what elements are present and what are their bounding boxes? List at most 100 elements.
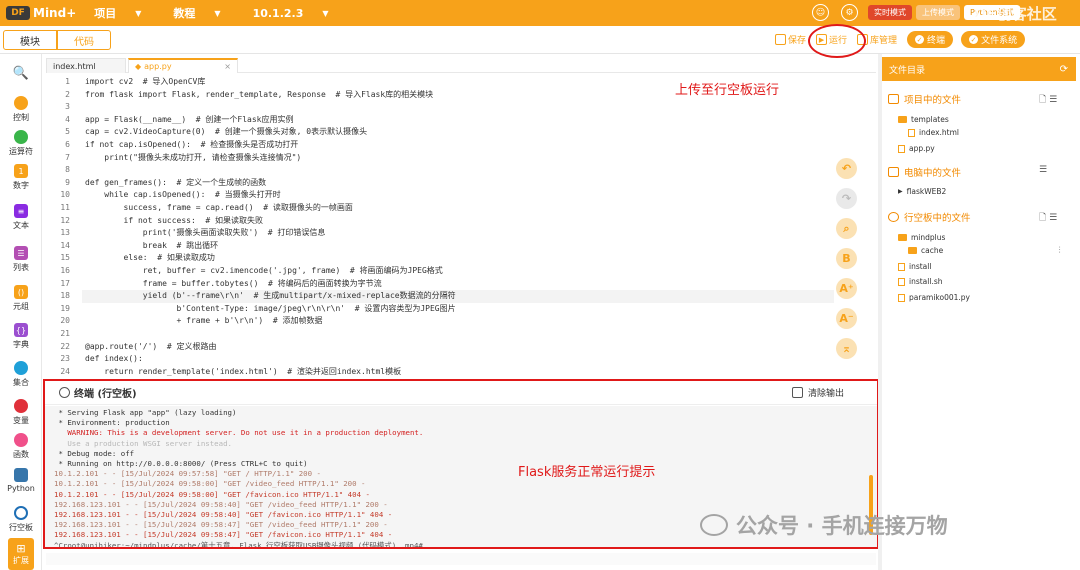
mode-realtime[interactable]: 实时模式: [868, 5, 912, 20]
section-project-files[interactable]: 项目中的文件: [888, 92, 961, 106]
line-number: 10: [60, 190, 70, 200]
code-line[interactable]: 5 cap = cv2.VideoCapture(0) # 创建一个摄像头对象, …: [46, 126, 836, 139]
code-line[interactable]: 6 if not cap.isOpened(): # 检查摄像头是否成功打开: [46, 139, 836, 152]
code-line[interactable]: 18 yield (b'--frame\r\n' # 生成multipart/x…: [46, 290, 836, 303]
line-code: + frame + b'\r\n') # 添加帧数据: [85, 316, 323, 326]
chevron-down-icon: ▼: [322, 8, 329, 18]
project-file-actions[interactable]: 🗋 ☰: [1039, 92, 1057, 108]
collapse-icon[interactable]: ⌅: [836, 338, 857, 359]
wechat-watermark: 公众号 · 手机连接万物: [700, 510, 948, 540]
line-number: 11: [60, 203, 70, 212]
code-line[interactable]: 16 ret, buffer = cv2.imencode('.jpg', fr…: [46, 265, 836, 278]
search-icon[interactable]: ⌕: [836, 218, 857, 239]
file-cache[interactable]: cache: [908, 246, 943, 255]
line-code: print("摄像头未成功打开, 请检查摄像头连接情况"): [85, 152, 302, 162]
sidebar-label: 函数: [13, 450, 29, 459]
code-line[interactable]: 15 else: # 如果读取成功: [46, 252, 836, 265]
community-icon[interactable]: ☺: [812, 4, 829, 21]
sidebar-item-unihiker[interactable]: 行空板: [0, 506, 42, 533]
code-line[interactable]: 4 app = Flask(__name__) # 创建一个Flask应用实例: [46, 114, 836, 127]
bold-icon[interactable]: B: [836, 248, 857, 269]
line-code: if not cap.isOpened(): # 检查摄像头是否成功打开: [85, 140, 299, 149]
sidebar-label: Python: [7, 484, 35, 493]
line-code: return render_template('index.html') # 渲…: [85, 366, 402, 376]
menu-project[interactable]: 项目 ▼: [94, 5, 157, 21]
more-icon[interactable]: ⋮: [1056, 245, 1064, 254]
font-decrease-icon[interactable]: A⁻: [836, 308, 857, 329]
code-line[interactable]: 23 def index():: [46, 353, 836, 366]
code-editor[interactable]: 1 import cv2 # 导入OpenCV库 2 from flask impor…: [46, 74, 876, 376]
sidebar-item-set[interactable]: 集合: [0, 361, 42, 388]
code-line[interactable]: 7 print("摄像头未成功打开, 请检查摄像头连接情况"): [46, 152, 836, 165]
settings-icon[interactable]: ⚙: [841, 4, 858, 21]
menu-connection[interactable]: 10.1.2.3 ▼: [253, 7, 345, 20]
close-icon[interactable]: ×: [224, 62, 231, 71]
font-increase-icon[interactable]: A⁺: [836, 278, 857, 299]
file-app-py[interactable]: app.py: [898, 144, 935, 153]
file-mindplus[interactable]: mindplus: [898, 233, 945, 242]
sidebar-item-text[interactable]: ≡ 文本: [0, 204, 42, 231]
tab-index-html[interactable]: index.html: [46, 58, 126, 73]
code-line[interactable]: 10 while cap.isOpened(): # 当摄像头打开时: [46, 189, 836, 202]
pc-file-actions[interactable]: ☰: [1039, 165, 1047, 175]
check-icon: ✓: [915, 35, 925, 44]
tab-app-py[interactable]: ◆ app.py ×: [128, 58, 238, 73]
line-number: 2: [65, 89, 70, 99]
code-line[interactable]: 22 @app.route('/') # 定义根路由: [46, 341, 836, 354]
file-templates[interactable]: templates: [898, 115, 949, 124]
line-code: app = Flask(__name__) # 创建一个Flask应用实例: [85, 114, 294, 124]
sidebar-item-dict[interactable]: {} 字典: [0, 323, 42, 350]
mode-upload[interactable]: 上传模式: [916, 5, 960, 20]
board-file-actions[interactable]: 🗋 ☰: [1039, 210, 1057, 226]
code-line[interactable]: 11 success, frame = cap.read() # 读取摄像头的一…: [46, 202, 836, 215]
code-line[interactable]: 9 def gen_frames(): # 定义一个生成帧的函数: [46, 177, 836, 190]
file-index-html[interactable]: index.html: [908, 128, 959, 137]
code-line[interactable]: 19 b'Content-Type: image/jpeg\r\n\r\n' #…: [46, 303, 836, 316]
code-line[interactable]: 12 if not success: # 如果读取失败: [46, 215, 836, 228]
code-line[interactable]: 24 return render_template('index.html') …: [46, 366, 836, 379]
file-flaskweb2[interactable]: ▶ flaskWEB2: [898, 187, 946, 196]
file-install-sh[interactable]: install.sh: [898, 277, 943, 286]
code-line[interactable]: 3: [46, 101, 836, 114]
file-system-button[interactable]: ✓ 文件系统: [961, 31, 1026, 48]
redo-icon[interactable]: ↷: [836, 188, 857, 209]
file-paramiko[interactable]: paramiko001.py: [898, 293, 970, 302]
section-board-files[interactable]: 行空板中的文件: [888, 210, 971, 224]
save-button[interactable]: 保存: [775, 33, 806, 46]
terminal-button[interactable]: ✓ 终端: [907, 31, 954, 48]
section-pc-files[interactable]: 电脑中的文件: [888, 165, 961, 179]
code-line[interactable]: 17 frame = buffer.tobytes() # 将编码后的画面转换为…: [46, 278, 836, 291]
sidebar-item-variable[interactable]: 变量: [0, 399, 42, 426]
file-label: templates: [911, 115, 949, 124]
tab-code[interactable]: 代码: [57, 30, 111, 50]
sidebar-label: 运算符: [9, 147, 33, 156]
annotation-flask: Flask服务正常运行提示: [518, 465, 656, 480]
code-line[interactable]: 2 from flask import Flask, render_templat…: [46, 89, 836, 102]
folder-icon: [888, 94, 899, 104]
code-line[interactable]: 20 + frame + b'\r\n') # 添加帧数据: [46, 315, 836, 328]
code-line[interactable]: 8: [46, 164, 836, 177]
computer-icon: [888, 167, 899, 177]
main-menu: 项目 ▼ 教程 ▼ 10.1.2.3 ▼: [94, 5, 360, 21]
sidebar-item-tuple[interactable]: () 元组: [0, 285, 42, 312]
sidebar-item-list[interactable]: ☰ 列表: [0, 246, 42, 273]
file-install[interactable]: install: [898, 262, 931, 271]
line-number: 20: [60, 316, 70, 326]
sidebar-item-number[interactable]: 1 数字: [0, 164, 42, 191]
control-icon: [14, 96, 28, 110]
menu-tutorial[interactable]: 教程 ▼: [173, 5, 236, 21]
sidebar-item-function[interactable]: 函数: [0, 433, 42, 460]
code-line[interactable]: 13 print('摄像头画面读取失败') # 打印错误信息: [46, 227, 836, 240]
library-label: 库管理: [870, 36, 898, 46]
tab-blocks[interactable]: 模块: [3, 30, 57, 50]
extension-button[interactable]: ⊞ 扩展: [8, 538, 34, 570]
undo-icon[interactable]: ↶: [836, 158, 857, 179]
refresh-icon[interactable]: ⟳: [1060, 64, 1068, 75]
sidebar-item-control[interactable]: 控制: [0, 96, 42, 123]
sidebar-search[interactable]: 🔍: [0, 66, 42, 81]
code-line[interactable]: 21: [46, 328, 836, 341]
sidebar-item-operators[interactable]: 运算符: [0, 130, 42, 157]
code-line[interactable]: 14 break # 跳出循环: [46, 240, 836, 253]
code-line[interactable]: 1 import cv2 # 导入OpenCV库: [46, 76, 836, 89]
sidebar-item-python[interactable]: Python: [0, 468, 42, 493]
